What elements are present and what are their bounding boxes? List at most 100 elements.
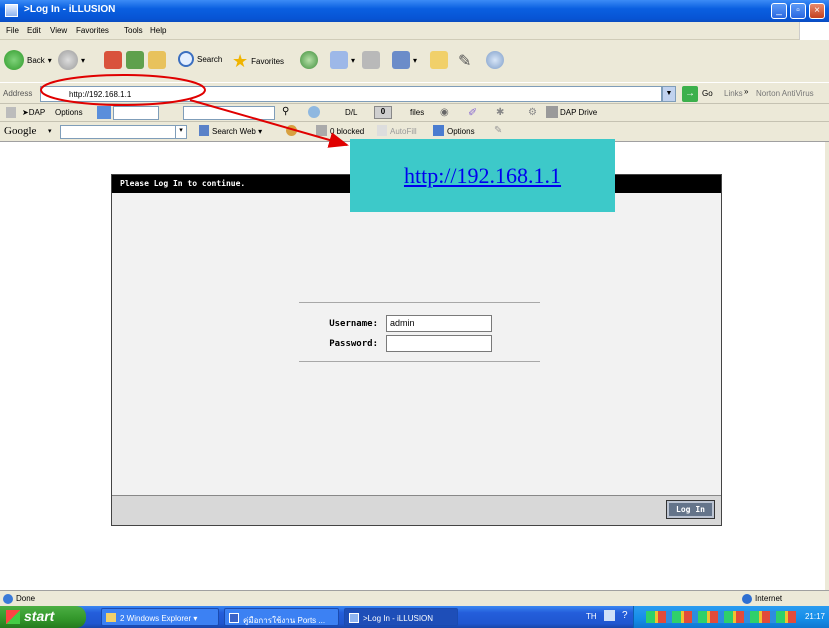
drive-icon — [546, 106, 558, 118]
refresh-icon — [126, 51, 144, 69]
history-button[interactable] — [300, 51, 318, 69]
mail-button[interactable]: ▾ — [330, 51, 355, 69]
binoculars-icon — [199, 125, 209, 136]
address-dropdown-button[interactable]: ▼ — [662, 86, 676, 102]
dap-button[interactable]: ➤DAP — [22, 108, 45, 117]
status-text: Done — [16, 594, 36, 603]
menu-tools[interactable]: Tools — [124, 26, 143, 35]
start-label: start — [24, 608, 55, 624]
menu-help[interactable]: Help — [150, 26, 166, 35]
discuss-button[interactable] — [430, 51, 448, 69]
menu-favorites[interactable]: Favorites — [76, 26, 109, 35]
dap-select[interactable] — [113, 106, 159, 120]
login-button[interactable]: Log In — [666, 500, 715, 519]
refresh-button[interactable] — [126, 51, 144, 69]
home-button[interactable] — [148, 51, 166, 69]
maximize-button[interactable]: ▫ — [790, 3, 806, 19]
zone-label: Internet — [755, 594, 783, 603]
google-options-button[interactable]: Options — [447, 127, 475, 136]
autofill-icon — [377, 125, 387, 136]
dap-drive-button[interactable]: DAP Drive — [560, 108, 597, 117]
username-input[interactable]: admin — [386, 315, 492, 332]
menu-file[interactable]: File — [6, 26, 19, 35]
favorites-button[interactable]: ★ Favorites — [232, 51, 284, 72]
menu-view[interactable]: View — [50, 26, 67, 35]
page-done-icon — [3, 594, 13, 604]
task-windows-explorer[interactable]: 2 Windows Explorer ▾ — [101, 608, 219, 626]
system-tray: TH ? 21:17 — [586, 606, 829, 628]
magnifier-icon[interactable]: ⚲ — [282, 106, 289, 117]
login-panel: Please Log In to continue. Username: adm… — [111, 174, 722, 526]
google-menu-icon[interactable]: ▾ — [48, 127, 52, 135]
forward-arrow-icon — [58, 50, 78, 70]
bottom-divider — [299, 361, 540, 362]
internet-zone-icon — [742, 594, 752, 604]
url-callout: http://192.168.1.1 — [350, 139, 615, 212]
files-count: 0 — [374, 106, 392, 119]
go-label[interactable]: Go — [702, 89, 713, 98]
language-indicator[interactable]: TH — [586, 612, 597, 621]
tools-icon[interactable]: ⚙ — [528, 107, 537, 118]
google-dropdown-button[interactable]: ▾ — [175, 125, 187, 139]
popup-blocker-icon — [316, 125, 327, 136]
dap-logo-icon — [97, 106, 111, 119]
task-word-document[interactable]: คู่มือการใช้งาน Ports ... — [224, 608, 339, 626]
vertical-scrollbar[interactable] — [825, 142, 829, 590]
pagerank-icon[interactable] — [286, 125, 297, 136]
star-icon: ★ — [232, 51, 249, 71]
start-button[interactable]: start — [0, 606, 86, 628]
research-button[interactable]: ✎ — [458, 51, 471, 71]
folder-icon — [106, 613, 116, 622]
stop-icon — [104, 51, 122, 69]
back-button[interactable]: Back ▾ — [4, 50, 52, 70]
eye-icon[interactable]: ◉ — [440, 107, 449, 118]
tray-icons[interactable] — [646, 611, 796, 623]
highlighter-icon[interactable]: ✎ — [494, 125, 502, 136]
dap-download-icon[interactable] — [308, 106, 320, 118]
keyboard-icon[interactable] — [604, 610, 615, 621]
autofill-button[interactable]: AutoFill — [390, 127, 417, 136]
search-web-button[interactable]: Search Web ▾ — [212, 127, 262, 136]
brush-icon[interactable]: ✐ — [468, 106, 477, 119]
task-label: คู่มือการใช้งาน Ports ... — [243, 616, 326, 625]
google-logo[interactable]: Google — [4, 125, 36, 137]
files-label: files — [410, 108, 425, 117]
go-arrow-icon[interactable]: → — [682, 86, 698, 102]
task-ie-login[interactable]: >Log In - iLLUSION — [344, 608, 458, 626]
edit-button[interactable]: ▾ — [392, 51, 417, 69]
print-button[interactable] — [362, 51, 380, 69]
ie-icon — [349, 613, 359, 623]
stop-button[interactable] — [104, 51, 122, 69]
taskbar: start 2 Windows Explorer ▾ คู่มือการใช้ง… — [0, 606, 829, 628]
back-arrow-icon — [4, 50, 24, 70]
password-input[interactable] — [386, 335, 492, 352]
pen-icon: ✎ — [458, 53, 472, 70]
norton-label[interactable]: Norton AntiVirus — [756, 89, 814, 98]
standard-toolbar: Back ▾ ▾ Search ★ Favorites ▾ ▾ ✎ — [0, 40, 829, 82]
forward-button[interactable]: ▾ — [58, 50, 85, 70]
windows-flag-icon — [6, 610, 20, 624]
dap-url-input[interactable] — [183, 106, 275, 120]
bin-icon[interactable]: ✱ — [496, 107, 504, 118]
chevron-right-icon[interactable]: » — [744, 87, 748, 96]
messenger-icon — [486, 51, 504, 69]
window-title: >Log In - iLLUSION — [24, 4, 116, 15]
messenger-button[interactable] — [486, 51, 504, 69]
google-search-input[interactable] — [60, 125, 178, 139]
search-button[interactable]: Search — [178, 51, 222, 67]
dap-options-button[interactable]: Options — [55, 108, 83, 117]
dl-label: D/L — [345, 108, 358, 117]
links-label[interactable]: Links — [724, 89, 743, 98]
popups-blocked[interactable]: 0 blocked — [330, 127, 364, 136]
back-label: Back — [27, 55, 45, 65]
mail-icon — [330, 51, 348, 69]
search-icon — [178, 51, 194, 67]
minimize-button[interactable]: _ — [771, 3, 787, 19]
address-input[interactable]: http://192.168.1.1 — [40, 86, 662, 102]
help-icon[interactable]: ? — [622, 610, 628, 621]
login-footer: Log In — [112, 495, 721, 525]
menu-edit[interactable]: Edit — [27, 26, 41, 35]
close-button[interactable]: × — [809, 3, 825, 19]
task-label: 2 Windows Explorer — [120, 614, 192, 623]
clock: 21:17 — [804, 612, 825, 621]
